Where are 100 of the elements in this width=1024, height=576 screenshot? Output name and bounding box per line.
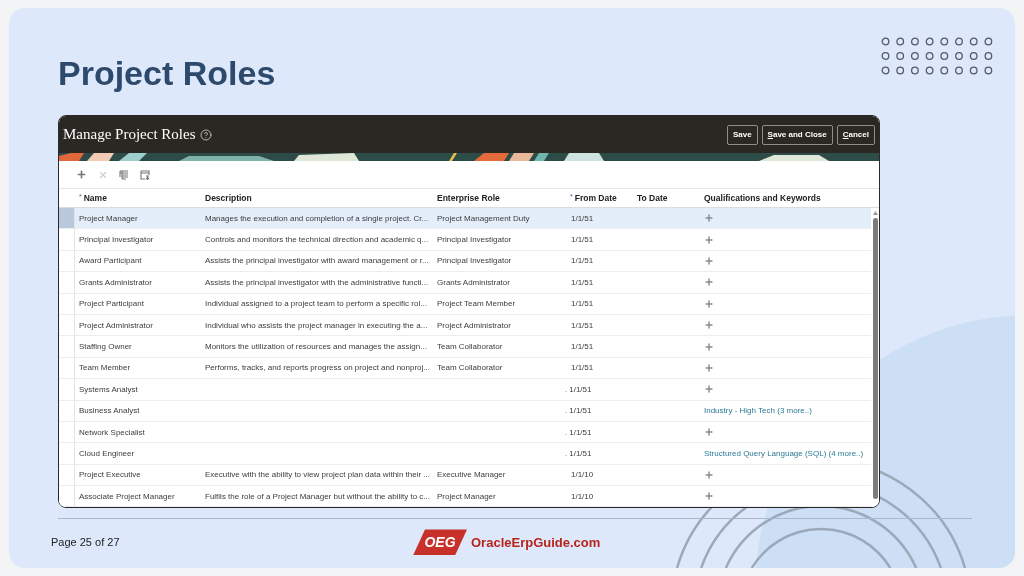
table-row[interactable]: Project Participant Individual assigned to a project team to perform a specific rol... Project Team Member 1/1/51 [59,293,871,315]
logo-text: OracleErpGuide.com [471,534,601,550]
table-cell: 1/1/51 [569,384,592,394]
table-cell: Performs, tracks, and reports progress on project and nonproj... [205,363,430,373]
table-row[interactable]: Project Manager Manages the execution and completion of a single project. Cr... Project Management Duty 1/1/51 [59,208,871,230]
header-button[interactable]: Save and Close [761,124,833,145]
table-cell: Executive Manager [437,470,506,480]
window-title: Manage Project Roles [63,126,196,143]
plus-icon[interactable] [704,362,714,373]
table-cell: Project Manager [79,213,138,223]
plus-icon[interactable] [704,341,714,352]
table-cell: Project Participant [79,299,144,309]
table-cell: Award Participant [79,256,142,266]
table-cell: Executive with the ability to view project plan data within their ... [205,470,430,480]
table-cell: Systems Analyst [79,384,138,394]
column-header: From Date [574,193,617,203]
table-cell: Assists the principal investigator with award management or r... [205,256,429,266]
column-header: Enterprise Role [437,193,500,203]
table-cell: 1/1/51 [571,342,594,352]
table-cell: Monitors the utilization of resources and manages the assign... [205,342,427,352]
table-cell: 1/1/51 [571,277,594,287]
header-button[interactable]: Save [726,124,758,145]
qualification-link[interactable]: Industry - High Tech (3 more..) [704,406,812,416]
plus-icon[interactable] [704,213,714,224]
table-cell: Project Team Member [437,299,516,309]
table-cell: 1/1/10 [571,491,594,501]
plus-icon[interactable] [704,320,714,331]
table-cell: Controls and monitors the technical direction and academic q... [205,235,429,245]
table-cell: 1/1/51 [571,299,594,309]
plus-icon[interactable] [704,384,714,395]
table-cell: Project Administrator [437,320,511,330]
table-cell: Cloud Engineer [79,449,135,458]
table-cell: 1/1/51 [569,449,592,458]
table-cell: Business Analyst [79,406,140,416]
table-row[interactable]: Staffing Owner Monitors the utilization of resources and manages the assign... Team Collaborator 1/1/51 [59,336,871,358]
plus-icon[interactable] [704,277,714,288]
table-cell: Project Administrator [79,320,153,330]
table-cell: Principal Investigator [79,235,154,245]
table-cell: Team Member [79,363,131,373]
dot-mark: . [565,406,568,416]
slide-title: Project Roles [58,53,276,93]
table-row[interactable]: Team Member Performs, tracks, and reports progress on project and nonproj... Team Collaborator 1/1/51 [59,357,871,380]
grid-icon[interactable] [119,169,129,180]
dot-mark: . [565,427,568,437]
table-cell: Assists the principal investigator with the administrative functi... [205,277,429,287]
table-cell: 1/1/51 [571,363,594,373]
plus-icon[interactable] [704,298,714,309]
caret-up-icon[interactable] [872,211,878,215]
table-cell: Individual who assists the project manager in executing the a... [205,320,428,330]
table-row[interactable]: Network Specialist . 1/1/51 [59,421,871,444]
table-cell: Principal Investigator [437,235,512,245]
logo-mark: OEG [413,529,467,556]
table-cell: Individual assigned to a project team to perform a specific rol... [205,299,427,309]
dot-mark: . [565,384,568,394]
column-header: Name [83,193,107,203]
table-cell: 1/1/51 [569,406,592,416]
table-cell: Staffing Owner [79,342,132,352]
help-icon[interactable] [200,128,213,141]
plus-icon[interactable] [704,469,714,480]
column-header: To Date [637,193,668,203]
column-header: Description [205,193,252,203]
table-cell: Associate Project Manager [79,491,175,501]
table-cell: Principal Investigator [437,256,512,266]
plus-icon[interactable] [704,234,714,245]
column-header: Qualifications and Keywords [704,193,821,203]
qualification-link[interactable]: Structured Query Language (SQL) (4 more..) [704,449,864,458]
header-button[interactable]: Cancel [836,124,875,145]
table-cell: 1/1/51 [571,235,594,245]
page-number: Page 25 of 27 [51,536,121,549]
table-cell: 1/1/10 [571,470,594,480]
table-row[interactable]: Project Executive Executive with the ability to view project plan data within their ... Executive Manager 1/1/10 [59,464,871,487]
plus-icon[interactable] [704,427,714,438]
scrollbar[interactable] [871,208,879,508]
plus-icon[interactable] [704,491,714,502]
table-cell: Fulfils the role of a Project Manager but without the ability to c... [205,491,430,501]
table-cell: Project Manager [437,491,496,501]
table-cell: 1/1/51 [569,427,592,437]
table-row[interactable]: Award Participant Assists the principal investigator with award management or r... Principal Investigator 1/1/51 [59,250,871,273]
table-cell: Team Collaborator [437,363,503,373]
plus-icon[interactable] [76,169,87,180]
table-cell: 1/1/51 [571,320,594,330]
dot-mark: . [565,449,568,458]
table-row[interactable]: Business Analyst . 1/1/51 Industry - High Tech (3 more..) [59,400,871,422]
table-cell: Project Executive [79,470,141,480]
table-row[interactable]: Systems Analyst . 1/1/51 [59,379,871,401]
table-row[interactable]: Project Administrator Individual who assists the project manager in executing the a... Project Administrator 1/1/51 [59,314,871,337]
table-row[interactable]: Cloud Engineer . 1/1/51 Structured Query Language (SQL) (4 more..) [59,443,871,465]
table-cell: Grants Administrator [79,277,152,287]
table-cell: 1/1/51 [571,256,594,266]
table-cell: Grants Administrator [437,277,510,287]
table-row[interactable]: Associate Project Manager Fulfils the role of a Project Manager but without the ability to c... Project Manager 1/1/10 [59,486,871,508]
table-row[interactable]: Principal Investigator Controls and monitors the technical direction and academic q... Principal Investigator 1/1/51 [59,229,871,251]
table-cell: Project Management Duty [437,213,530,223]
table-cell: Team Collaborator [437,342,503,352]
table-row[interactable]: Grants Administrator Assists the principal investigator with the administrative functi... Grants Administrator 1/1/51 [59,272,871,294]
table-cell: Network Specialist [79,427,145,437]
plus-icon[interactable] [704,255,714,266]
frame-arrow-icon[interactable] [140,169,150,180]
table-cell: 1/1/51 [571,213,594,223]
table-cell: Manages the execution and completion of a single project. Cr... [205,213,429,223]
